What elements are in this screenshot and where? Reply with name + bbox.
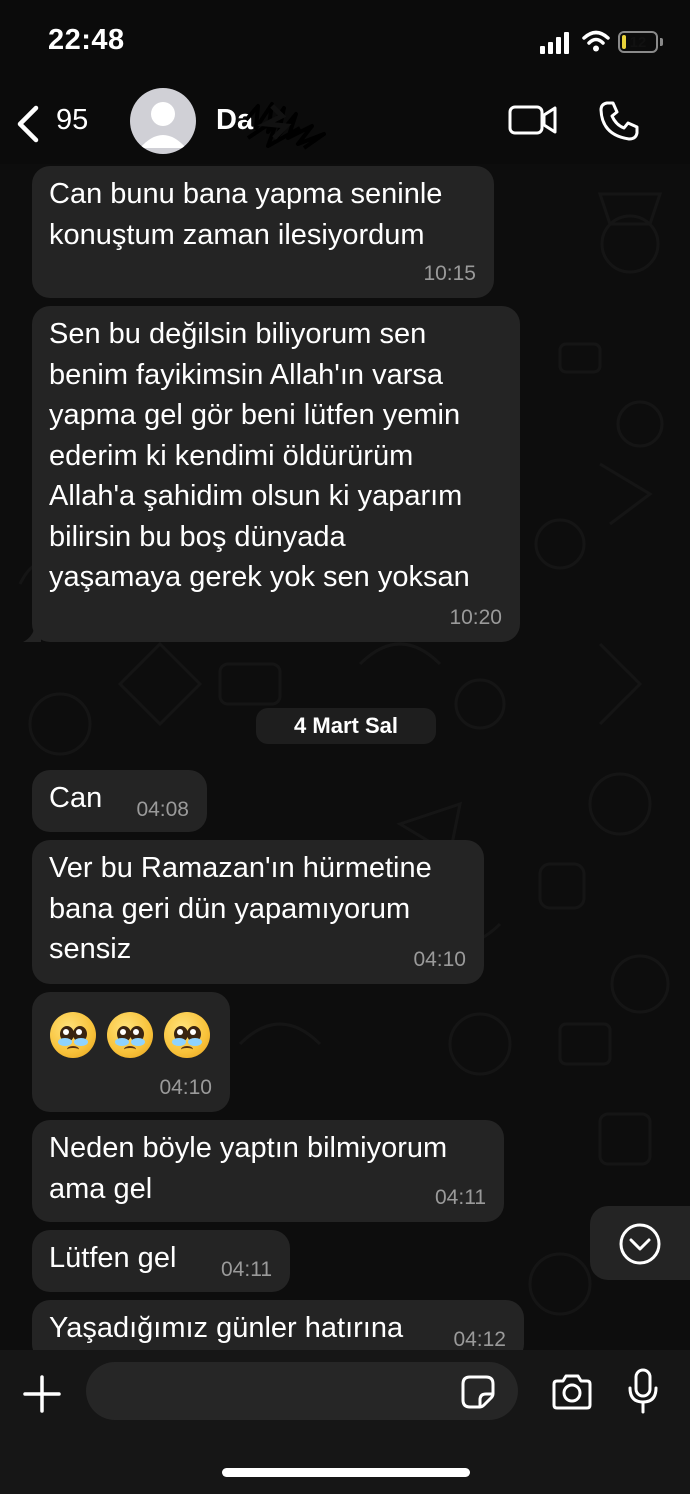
chat-header: 95 Da (0, 84, 690, 164)
back-unread-count[interactable]: 95 (56, 104, 88, 137)
home-indicator[interactable] (222, 1468, 470, 1477)
message-text: Ver bu Ramazan'ın hürmetine bana geri dü… (49, 852, 432, 965)
chat-messages[interactable]: Can bunu bana yapma seninle konuştum zam… (0, 164, 690, 1350)
message-bubble[interactable]: Ver bu Ramazan'ın hürmetine bana geri dü… (32, 840, 484, 984)
pleading-face-emoji (107, 1012, 153, 1058)
scroll-to-bottom-button[interactable] (590, 1206, 690, 1280)
message-text: Yaşadığımız günler hatırına (49, 1312, 404, 1344)
composer-bar (0, 1350, 690, 1494)
message-input[interactable] (86, 1362, 518, 1420)
back-chevron-icon[interactable] (14, 104, 40, 144)
battery-icon: 12 (618, 31, 658, 53)
message-bubble[interactable]: Sen bu değilsin biliyorum sen benim fayi… (23, 306, 520, 642)
message-time: 04:11 (221, 1258, 272, 1281)
wifi-icon (582, 30, 610, 52)
message-time: 04:11 (435, 1186, 486, 1209)
message-time: 04:08 (136, 798, 189, 821)
message-text: Sen bu değilsin biliyorum sen benim fayi… (49, 318, 470, 593)
bubble-tail (23, 622, 41, 642)
battery-cap (660, 38, 663, 46)
sticker-icon[interactable] (460, 1374, 496, 1410)
message-text: Neden böyle yaptın bilmiyorum ama gel (49, 1132, 448, 1205)
message-bubble[interactable]: Yaşadığımız günler hatırına 04:12 (32, 1300, 524, 1350)
plus-icon[interactable] (22, 1374, 62, 1414)
message-bubble[interactable]: Can 04:08 (32, 770, 207, 832)
pleading-face-emoji (50, 1012, 96, 1058)
redaction-scribble (244, 102, 326, 150)
message-text: Can (49, 782, 103, 814)
status-bar: 22:48 12 (0, 0, 690, 84)
message-bubble[interactable]: Lütfen gel 04:11 (32, 1230, 290, 1292)
message-bubble[interactable]: Can bunu bana yapma seninle konuştum zam… (32, 166, 494, 298)
message-time: 10:15 (423, 262, 476, 285)
video-call-icon[interactable] (508, 102, 558, 138)
message-bubble[interactable]: 04:10 (32, 992, 230, 1112)
pleading-face-emoji (164, 1012, 210, 1058)
chevron-down-circle-icon (619, 1223, 661, 1265)
signal-icon (540, 32, 569, 54)
camera-icon[interactable] (550, 1372, 594, 1412)
message-text: Lütfen gel (49, 1242, 177, 1274)
message-time: 04:12 (453, 1328, 506, 1350)
microphone-icon[interactable] (626, 1368, 660, 1414)
message-time: 10:20 (449, 606, 502, 629)
message-time: 04:10 (413, 948, 466, 971)
default-avatar-icon (140, 102, 186, 148)
phone-call-icon[interactable] (598, 100, 640, 142)
message-bubble[interactable]: Neden böyle yaptın bilmiyorum ama gel 04… (32, 1120, 504, 1222)
message-text: Can bunu bana yapma seninle konuştum zam… (49, 178, 443, 251)
clock: 22:48 (48, 24, 125, 56)
message-time: 04:10 (159, 1076, 212, 1099)
avatar[interactable] (130, 88, 196, 154)
battery-percentage: 12 (629, 34, 647, 51)
date-separator: 4 Mart Sal (256, 708, 436, 744)
